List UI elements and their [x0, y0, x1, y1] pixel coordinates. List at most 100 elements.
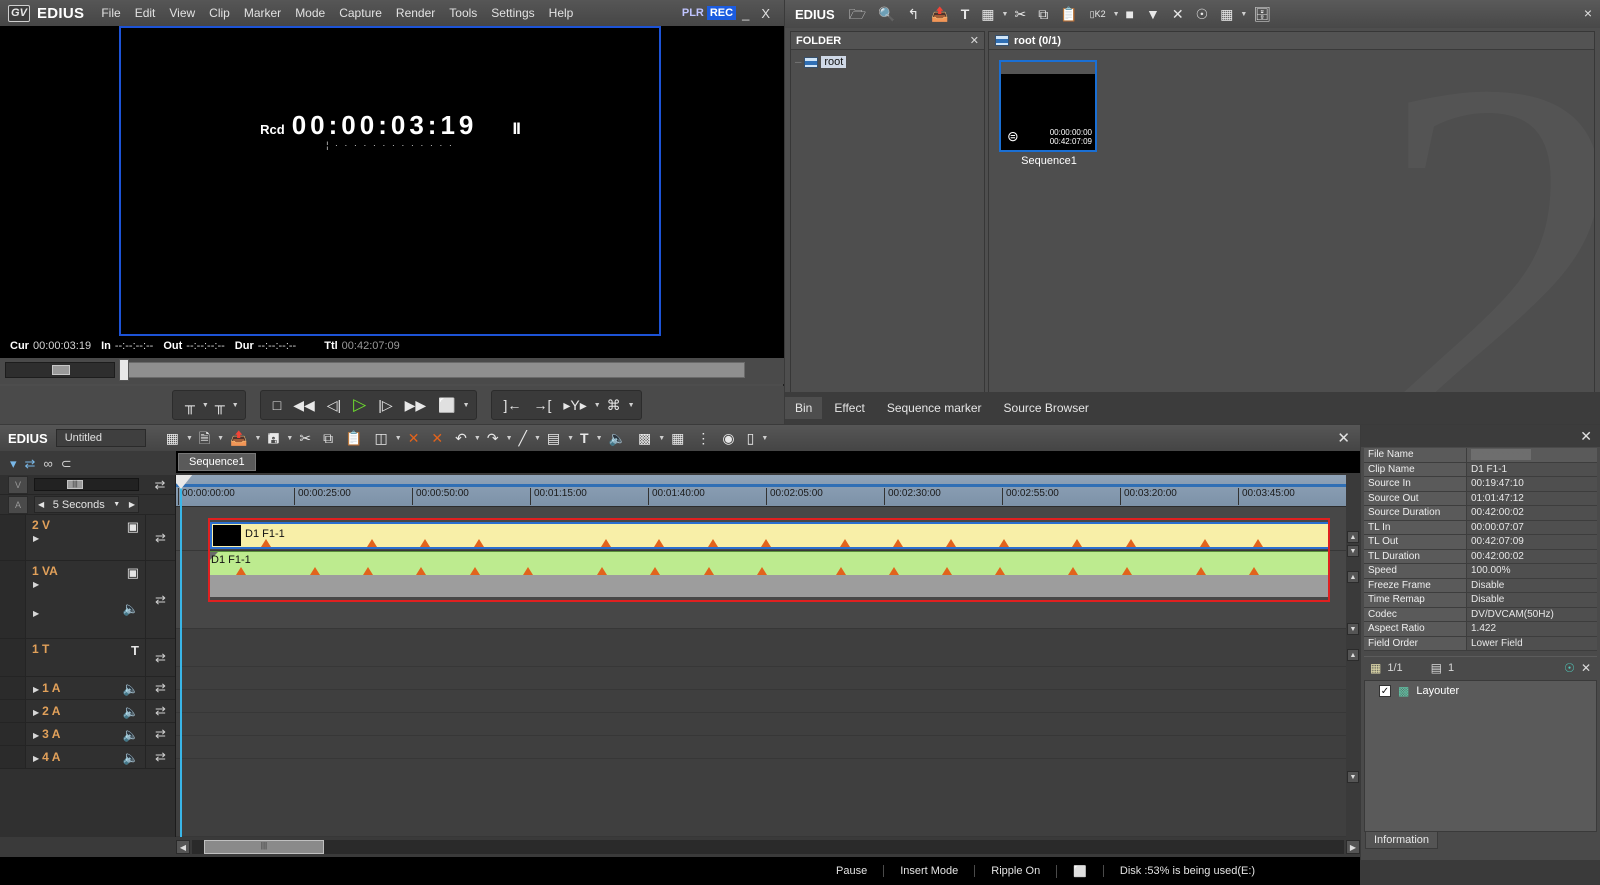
scale-next-icon[interactable]: ▶: [129, 500, 135, 509]
undo-icon[interactable]: ↶: [449, 431, 473, 445]
track-lane-3a[interactable]: [176, 713, 1360, 736]
paste-icon[interactable]: 📋: [1054, 7, 1083, 21]
up-folder-icon[interactable]: ↰: [902, 7, 926, 21]
cut-icon[interactable]: ✂: [293, 431, 317, 445]
timeline-clip-audio[interactable]: D1 F1-1: [208, 551, 1330, 575]
k2-dropdown-icon[interactable]: ▼: [1113, 11, 1120, 18]
marker-list-icon[interactable]: ▦: [665, 431, 690, 445]
timeline-horizontal-scrollbar[interactable]: ◀ ||| ▶: [176, 838, 1360, 856]
title-icon[interactable]: T: [955, 7, 976, 21]
hscroll-thumb[interactable]: |||: [204, 840, 324, 854]
render-icon[interactable]: ▩: [632, 431, 657, 445]
menu-mode[interactable]: Mode: [288, 3, 332, 23]
film-icon[interactable]: ▣: [127, 565, 139, 581]
timeline-vertical-scrollbar[interactable]: ▲ ▼ ▲ ▼ ▲ ▼: [1346, 475, 1360, 837]
view-mode-dropdown-icon[interactable]: ▼: [1240, 11, 1247, 18]
previous-frame-button[interactable]: ◁|: [321, 397, 347, 414]
view-mode-icon[interactable]: ▦: [1214, 7, 1239, 21]
color-bars-dropdown-icon[interactable]: ▼: [1002, 11, 1009, 18]
tab-information[interactable]: Information: [1365, 831, 1439, 849]
scroll-down-button-2[interactable]: ▼: [1347, 623, 1359, 635]
track-lane-4a[interactable]: [176, 736, 1360, 759]
delete-gap-icon[interactable]: ✕: [425, 431, 449, 445]
tab-source-browser[interactable]: Source Browser: [994, 397, 1099, 419]
effect-enabled-checkbox[interactable]: ✓: [1379, 685, 1391, 697]
title-icon[interactable]: T: [131, 643, 139, 658]
k2-icon[interactable]: ▯K2: [1084, 9, 1112, 19]
redo-dropdown-icon[interactable]: ▼: [506, 435, 513, 442]
track-link-icon[interactable]: ⇄: [155, 530, 166, 546]
open-dropdown-icon[interactable]: ▼: [255, 435, 262, 442]
scroll-up-button-2[interactable]: ▲: [1347, 571, 1359, 583]
track-header-4a[interactable]: ▶ 4 A 🔈 ⇄: [0, 746, 175, 769]
playhead-handle[interactable]: [176, 475, 193, 489]
voiceover-icon[interactable]: 🔈: [603, 431, 632, 445]
loop-dropdown-icon[interactable]: ▼: [463, 402, 470, 409]
undo-dropdown-icon[interactable]: ▼: [474, 435, 481, 442]
player-scrub-area[interactable]: [0, 358, 784, 384]
zoom-slider[interactable]: |||: [34, 478, 139, 491]
hscroll-track[interactable]: |||: [192, 840, 1344, 854]
hscroll-left-button[interactable]: ◀: [176, 840, 190, 854]
delete-icon[interactable]: ✕: [1166, 7, 1190, 21]
layout-dropdown-icon[interactable]: ▼: [761, 435, 768, 442]
menu-help[interactable]: Help: [542, 3, 581, 23]
information-close-button[interactable]: ✕: [1580, 428, 1592, 445]
audio-toggle-button[interactable]: A: [8, 495, 28, 514]
position-slider-handle[interactable]: [119, 359, 129, 381]
track-expand-icon[interactable]: ▶: [32, 706, 39, 717]
clip-thumbnail[interactable]: ⊜ 00:00:00:00 00:42:07:09: [999, 60, 1097, 152]
track-link-icon[interactable]: ⇄: [155, 592, 166, 608]
speaker-icon[interactable]: 🔈: [123, 704, 139, 720]
properties-icon[interactable]: ☉: [1190, 7, 1215, 21]
track-header-1a[interactable]: ▶ 1 A 🔈 ⇄: [0, 677, 175, 700]
new-dropdown-icon[interactable]: ▼: [217, 435, 224, 442]
layout-icon[interactable]: ▯: [741, 431, 761, 445]
export-dropdown-icon[interactable]: ▼: [628, 402, 635, 409]
track-header-1t[interactable]: 1 T T ⇄: [0, 639, 175, 677]
trim-in-button[interactable]: ]←: [498, 397, 528, 413]
status-edit-mode[interactable]: Insert Mode: [883, 865, 974, 877]
menu-edit[interactable]: Edit: [128, 3, 163, 23]
zoom-scale-select[interactable]: ◀ 5 Seconds ▼ ▶: [34, 496, 139, 513]
copy-icon[interactable]: ⧉: [317, 431, 339, 445]
speaker-icon[interactable]: 🔈: [123, 750, 139, 766]
menu-view[interactable]: View: [162, 3, 202, 23]
timeline-playhead[interactable]: [176, 475, 193, 837]
add-cut-dropdown-icon[interactable]: ▼: [534, 435, 541, 442]
track-header-3a[interactable]: ▶ 3 A 🔈 ⇄: [0, 723, 175, 746]
mode-normal-icon[interactable]: ▾: [10, 457, 17, 470]
scroll-down-button-3[interactable]: ▼: [1347, 771, 1359, 783]
monitor-indicator-icon[interactable]: ⬜: [1056, 864, 1103, 878]
timeline-clip-waveform-area[interactable]: [208, 575, 1330, 597]
project-name-field[interactable]: Untitled: [55, 429, 146, 447]
speaker-icon[interactable]: 🔈: [123, 681, 139, 697]
applied-effects-list[interactable]: ✓ ▩ Layouter: [1364, 680, 1597, 832]
add-marker-button[interactable]: ▸Y▸: [557, 397, 592, 414]
tab-effect[interactable]: Effect: [824, 397, 874, 419]
set-in-point-button[interactable]: ╥: [179, 397, 201, 413]
cut-icon[interactable]: ✂: [1008, 7, 1032, 21]
timeline-close-button[interactable]: ✕: [1337, 429, 1350, 447]
effect-delete-icon[interactable]: ✕: [1581, 661, 1591, 675]
print-icon[interactable]: 🗄: [1247, 7, 1277, 21]
menu-capture[interactable]: Capture: [332, 3, 389, 23]
mode-group-icon[interactable]: ⊂: [61, 457, 72, 470]
effect-list-item[interactable]: ✓ ▩ Layouter: [1365, 681, 1596, 701]
scale-prev-icon[interactable]: ◀: [38, 500, 44, 509]
trim-out-button[interactable]: →[: [527, 397, 557, 413]
hscroll-right-button[interactable]: ▶: [1346, 840, 1360, 854]
clip-panel[interactable]: root (0/1) 2 ⊜ 00:00:00:00 00:42:07:09: [988, 31, 1595, 393]
speaker-icon[interactable]: 🔈: [123, 601, 139, 617]
bin-clip-item[interactable]: ⊜ 00:00:00:00 00:42:07:09 Sequence1: [999, 60, 1099, 167]
marker-dropdown-icon[interactable]: ▼: [594, 402, 601, 409]
folder-panel-close-icon[interactable]: ✕: [970, 34, 979, 47]
video-frame[interactable]: Rcd 00:00:03:19 II ¦ · · · · · · · · · ·…: [119, 26, 661, 336]
speaker-icon[interactable]: 🔈: [123, 727, 139, 743]
track-lane-1t[interactable]: [176, 629, 1360, 667]
redo-icon[interactable]: ↷: [481, 431, 505, 445]
video-preview-area[interactable]: Rcd 00:00:03:19 II ¦ · · · · · · · · · ·…: [0, 26, 784, 362]
track-lane-1a[interactable]: [176, 667, 1360, 690]
set-out-point-button[interactable]: ╥: [209, 397, 231, 413]
title-dropdown-icon[interactable]: ▼: [596, 435, 603, 442]
